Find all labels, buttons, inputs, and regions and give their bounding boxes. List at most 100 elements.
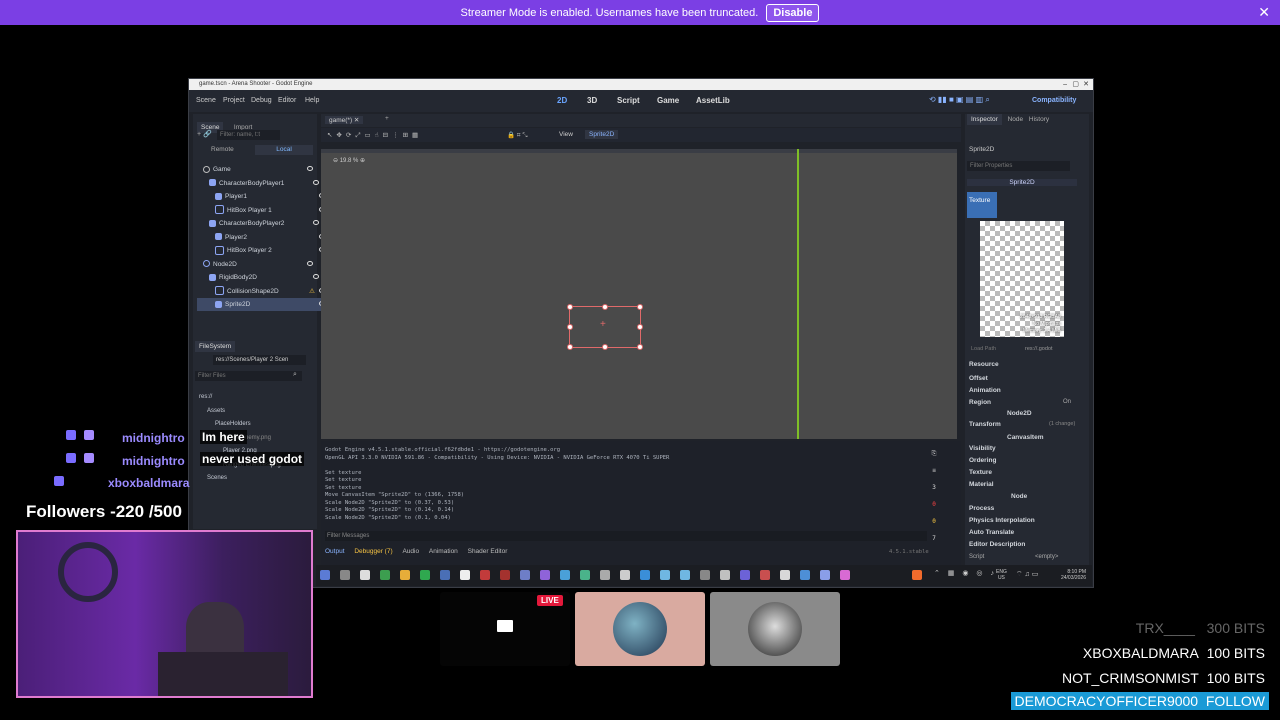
search-icon[interactable]: ⌕ xyxy=(293,371,297,379)
prop-resource[interactable]: Resource xyxy=(969,361,999,368)
fs-item[interactable]: Assets xyxy=(199,405,309,419)
add-tab-icon[interactable]: + xyxy=(385,115,389,122)
app-icon[interactable] xyxy=(540,570,550,580)
visibility-icon[interactable] xyxy=(313,274,319,279)
tree-node-player1[interactable]: Player1 xyxy=(197,190,329,203)
screen-share-tile[interactable]: LIVE xyxy=(440,592,570,666)
language-indicator[interactable]: ENG US xyxy=(996,569,1007,581)
tree-node-hitbox-player1[interactable]: HitBox Player 1 xyxy=(197,204,329,217)
tree-node-game[interactable]: Game xyxy=(197,163,317,176)
clock[interactable]: 8:10 PM 24/03/2026 xyxy=(1046,569,1086,581)
prop-physics-interpolation[interactable]: Physics Interpolation xyxy=(969,517,1035,524)
app-icon[interactable] xyxy=(620,570,630,580)
link-icon[interactable]: 🔗 xyxy=(203,131,212,138)
log-count[interactable]: 3 xyxy=(927,479,941,496)
menu-scene[interactable]: Scene xyxy=(196,97,216,104)
tool-icons[interactable]: ↖✥⟳⤢▭☝⊟⋮⊞▦ xyxy=(327,131,422,140)
visibility-icon[interactable] xyxy=(313,220,319,225)
visibility-icon[interactable] xyxy=(307,260,313,266)
app-icon[interactable] xyxy=(640,570,650,580)
tab-history[interactable]: History xyxy=(1029,116,1049,123)
visibility-icon[interactable] xyxy=(307,166,313,171)
prop-auto-translate[interactable]: Auto Translate xyxy=(969,529,1014,536)
resize-handle[interactable] xyxy=(637,344,643,350)
app-icon[interactable] xyxy=(760,570,770,580)
start-icon[interactable] xyxy=(320,570,330,580)
workspace-game[interactable]: Game xyxy=(657,96,679,105)
selected-sprite[interactable]: + xyxy=(567,304,643,350)
filter-messages-input[interactable]: Filter Messages xyxy=(325,531,927,541)
texture-preview[interactable]: 2048×913 RGBA8 No Mipmaps Memory: 2.4 Mi… xyxy=(980,221,1064,337)
tab-output[interactable]: Output xyxy=(325,548,345,555)
tree-node-characterbodyplayer1[interactable]: CharacterBodyPlayer1 xyxy=(197,177,323,190)
close-icon[interactable]: ✕ xyxy=(1258,4,1270,21)
resize-handle[interactable] xyxy=(567,344,573,350)
renderer-select[interactable]: Compatibility xyxy=(1032,97,1076,104)
app-icon[interactable] xyxy=(660,570,670,580)
app-icon[interactable] xyxy=(780,570,790,580)
app-icon[interactable] xyxy=(360,570,370,580)
view-menu[interactable]: View xyxy=(559,131,573,138)
filesystem-path[interactable]: res://Scenes/Player 2 Scen xyxy=(213,355,306,365)
guest-tile[interactable] xyxy=(710,592,840,666)
tree-node-node2d[interactable]: Node2D xyxy=(197,258,317,271)
prop-texture[interactable]: Texture xyxy=(969,469,992,476)
error-count[interactable]: 0 xyxy=(927,496,941,513)
node-type-button[interactable]: Sprite2D xyxy=(585,130,619,139)
app-icon[interactable] xyxy=(740,570,750,580)
pivot-icon[interactable]: + xyxy=(600,319,606,330)
network-icons[interactable]: ⌔ ♫ ▭ xyxy=(1016,570,1038,579)
guest-tile[interactable] xyxy=(575,592,705,666)
menu-editor[interactable]: Editor xyxy=(278,97,296,104)
app-icon[interactable] xyxy=(380,570,390,580)
visibility-icon[interactable] xyxy=(313,179,319,185)
zoom-controls[interactable]: ⊖ 19.8 % ⊕ xyxy=(333,157,365,164)
app-icon[interactable] xyxy=(520,570,530,580)
filter-icon[interactable]: ≡ xyxy=(927,462,941,479)
workspace-3d[interactable]: 3D xyxy=(587,96,597,105)
tab-debugger[interactable]: Debugger (7) xyxy=(354,548,392,555)
app-icon[interactable] xyxy=(840,570,850,580)
tree-node-hitbox-player2[interactable]: HitBox Player 2 xyxy=(197,244,329,257)
tray-icon[interactable] xyxy=(912,570,922,580)
workspace-script[interactable]: Script xyxy=(617,96,640,105)
app-icon[interactable] xyxy=(700,570,710,580)
app-icon[interactable] xyxy=(560,570,570,580)
menu-help[interactable]: Help xyxy=(305,97,319,104)
canvas-viewport[interactable]: ⊖ 19.8 % ⊕ + xyxy=(321,149,957,439)
prop-region[interactable]: Region xyxy=(969,399,991,406)
app-icon[interactable] xyxy=(400,570,410,580)
tab-animation[interactable]: Animation xyxy=(429,548,458,555)
scene-tab[interactable]: game(*) ✕ xyxy=(325,116,364,124)
local-button[interactable]: Local xyxy=(255,145,313,155)
prop-visibility[interactable]: Visibility xyxy=(969,445,996,452)
remote-button[interactable]: Remote xyxy=(211,146,234,153)
app-icon[interactable] xyxy=(500,570,510,580)
app-icon[interactable] xyxy=(420,570,430,580)
tab-audio[interactable]: Audio xyxy=(402,548,419,555)
resize-handle[interactable] xyxy=(602,304,608,310)
app-icon[interactable] xyxy=(460,570,470,580)
maximize-icon[interactable]: ▢ xyxy=(1072,79,1079,90)
resize-handle[interactable] xyxy=(567,304,573,310)
system-tray[interactable]: ⌃ ▦ ◉ ◎ ♪ xyxy=(934,569,997,577)
tab-node[interactable]: Node xyxy=(1008,116,1024,123)
prop-script[interactable]: Script xyxy=(969,554,984,560)
warning-icon[interactable]: ⚠ xyxy=(309,285,315,298)
resize-handle[interactable] xyxy=(637,324,643,330)
prop-process[interactable]: Process xyxy=(969,505,994,512)
fs-item[interactable]: Scenes xyxy=(199,472,309,486)
workspace-2d[interactable]: 2D xyxy=(557,96,567,105)
app-icon[interactable] xyxy=(680,570,690,580)
play-controls[interactable]: ⟲ ▮▮ ■ ▣ ▤ ▥ ⌕ xyxy=(929,95,990,105)
message-count[interactable]: 7 xyxy=(927,530,941,547)
tab-inspector[interactable]: Inspector xyxy=(967,114,1002,125)
scene-filter-input[interactable]: Filter: name, t:t xyxy=(217,130,280,140)
prop-material[interactable]: Material xyxy=(969,481,994,488)
region-toggle[interactable]: On xyxy=(1063,399,1071,405)
app-icon[interactable] xyxy=(440,570,450,580)
add-node-icon[interactable]: + xyxy=(197,131,201,138)
filesystem-filter-input[interactable]: Filter Files xyxy=(195,371,302,381)
minimize-icon[interactable]: – xyxy=(1063,79,1067,90)
window-close-icon[interactable]: ✕ xyxy=(1083,79,1089,90)
